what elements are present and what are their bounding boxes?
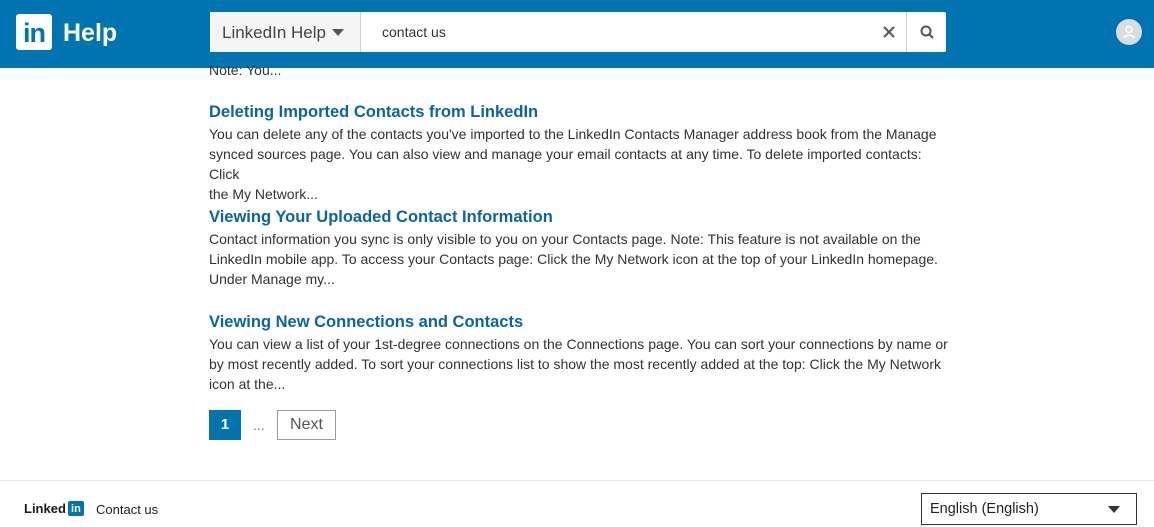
search-icon (920, 25, 934, 39)
chevron-down-icon (1108, 506, 1120, 513)
snippet-line: You can view a list of your 1st-degree c… (209, 336, 948, 352)
result-snippet: Contact information you sync is only vis… (209, 229, 954, 289)
footer-linkedin-logo[interactable]: Linked in (24, 501, 84, 517)
search-bar: LinkedIn Help (210, 12, 946, 52)
footer-contact-us-link[interactable]: Contact us (96, 502, 158, 517)
snippet-line: synced sources page. You can also view a… (209, 146, 922, 182)
search-scope-label: LinkedIn Help (222, 23, 326, 42)
snippet-line: icon at the... (209, 376, 286, 392)
result-title-link[interactable]: Deleting Imported Contacts from LinkedIn (209, 102, 954, 122)
snippet-line: LinkedIn mobile app. To access your Cont… (209, 251, 938, 267)
result-snippet: You can view a list of your 1st-degree c… (209, 334, 954, 394)
search-button[interactable] (906, 12, 946, 52)
user-icon (1122, 25, 1136, 39)
pagination-next-button[interactable]: Next (277, 410, 336, 440)
footer-logo-in: in (67, 501, 84, 516)
footer-logo-word: Linked (24, 501, 66, 516)
top-header-bar: in Help LinkedIn Help (0, 0, 1154, 68)
linkedin-logo[interactable]: in (16, 14, 52, 50)
pagination-page-1[interactable]: 1 (209, 410, 241, 440)
linkedin-logo-text: in (23, 18, 46, 48)
pagination-ellipsis: ... (253, 417, 265, 433)
avatar[interactable] (1116, 19, 1142, 45)
search-result-item: Viewing Your Uploaded Contact Informatio… (209, 207, 954, 289)
search-result-item: Deleting Imported Contacts from LinkedIn… (209, 102, 954, 204)
search-scope-dropdown[interactable]: LinkedIn Help (210, 12, 361, 52)
result-title-link[interactable]: Viewing Your Uploaded Contact Informatio… (209, 207, 954, 227)
help-title[interactable]: Help (63, 18, 117, 48)
snippet-line: the My Network... (209, 186, 318, 202)
result-snippet: You can delete any of the contacts you'v… (209, 124, 954, 204)
previous-result-snippet-tail: Note: You... (209, 62, 282, 78)
snippet-line: You can delete any of the contacts you'v… (209, 126, 937, 142)
snippet-line: Under Manage my... (209, 271, 335, 287)
search-input[interactable] (372, 18, 872, 46)
snippet-line: Contact information you sync is only vis… (209, 231, 921, 247)
result-title-link[interactable]: Viewing New Connections and Contacts (209, 312, 954, 332)
snippet-line: by most recently added. To sort your con… (209, 356, 941, 372)
clear-search-button[interactable] (872, 12, 906, 52)
search-result-item: Viewing New Connections and Contacts You… (209, 312, 954, 394)
language-select-value: English (English) (930, 501, 1039, 517)
close-icon (883, 26, 895, 38)
language-select[interactable]: English (English) (921, 493, 1137, 525)
footer-divider (0, 480, 1154, 481)
chevron-down-icon (332, 29, 344, 36)
